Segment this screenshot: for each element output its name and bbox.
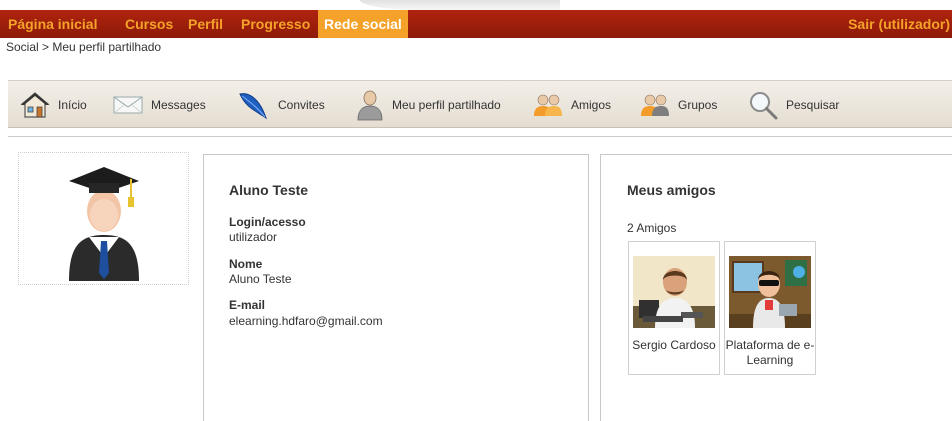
toolbar-label: Amigos xyxy=(571,98,612,112)
profile-name: Aluno Teste xyxy=(229,182,309,198)
friends-count: 2 Amigos xyxy=(627,221,677,235)
toolbar-label: Messages xyxy=(151,98,206,112)
friends-panel: Meus amigos 2 Amigos Sergio Cardoso Plat… xyxy=(600,154,952,421)
toolbar-grupos[interactable]: Grupos xyxy=(640,81,717,129)
top-strip xyxy=(0,0,952,10)
field-value-email: elearning.hdfaro@gmail.com xyxy=(229,314,383,328)
feather-icon xyxy=(239,93,267,120)
toolbar-label: Pesquisar xyxy=(786,98,840,112)
friend-card-sergio[interactable]: Sergio Cardoso xyxy=(628,241,720,375)
friends-title: Meus amigos xyxy=(627,182,716,198)
field-label-email: E-mail xyxy=(229,298,266,312)
header-curve xyxy=(360,0,560,10)
envelope-icon xyxy=(113,96,143,114)
nav-rede-social[interactable]: Rede social xyxy=(318,10,408,38)
separator xyxy=(8,136,952,137)
nav-cursos[interactable]: Cursos xyxy=(125,10,173,38)
social-toolbar: Início Messages Convites Meu perfil part… xyxy=(8,80,952,128)
breadcrumb: Social > Meu perfil partilhado xyxy=(6,40,162,54)
profile-panel: Aluno Teste Login/acesso utilizador Nome… xyxy=(203,154,589,421)
field-label-login: Login/acesso xyxy=(229,215,306,229)
nav-progresso[interactable]: Progresso xyxy=(241,10,310,38)
magnifier-icon xyxy=(750,92,778,120)
friend-name: Sergio Cardoso xyxy=(632,338,716,352)
graduate-icon xyxy=(69,167,139,281)
toolbar-label: Início xyxy=(58,98,87,112)
toolbar-convites[interactable]: Convites xyxy=(236,81,325,129)
support-person-icon xyxy=(633,256,715,328)
home-icon xyxy=(20,92,50,118)
toolbar-label: Convites xyxy=(278,98,325,112)
toolbar-amigos[interactable]: Amigos xyxy=(533,81,611,129)
top-navigation: Página inicial Cursos Perfil Progresso R… xyxy=(0,10,952,38)
field-label-nome: Nome xyxy=(229,257,263,271)
friends-icon xyxy=(534,94,562,116)
toolbar-pesquisar[interactable]: Pesquisar xyxy=(748,81,839,129)
friend-name: Plataforma de e-Learning xyxy=(725,338,815,367)
friend-avatar xyxy=(633,256,715,328)
logout-link[interactable]: Sair (utilizador) xyxy=(848,10,950,38)
field-value-nome: Aluno Teste xyxy=(229,272,292,286)
toolbar-label: Meu perfil partilhado xyxy=(392,98,501,112)
nav-pagina-inicial[interactable]: Página inicial xyxy=(8,10,97,38)
friend-card-plataforma[interactable]: Plataforma de e-Learning xyxy=(724,241,816,375)
user-icon xyxy=(357,90,383,121)
field-value-login: utilizador xyxy=(229,230,278,244)
friend-avatar xyxy=(729,256,811,328)
toolbar-label: Grupos xyxy=(678,98,718,112)
nav-perfil[interactable]: Perfil xyxy=(188,10,223,38)
toolbar-meu-perfil[interactable]: Meu perfil partilhado xyxy=(356,81,501,129)
profile-avatar xyxy=(18,152,189,285)
toolbar-inicio[interactable]: Início xyxy=(20,81,87,129)
teacher-icon xyxy=(729,256,811,328)
groups-icon xyxy=(641,94,669,116)
toolbar-messages[interactable]: Messages xyxy=(113,81,206,129)
